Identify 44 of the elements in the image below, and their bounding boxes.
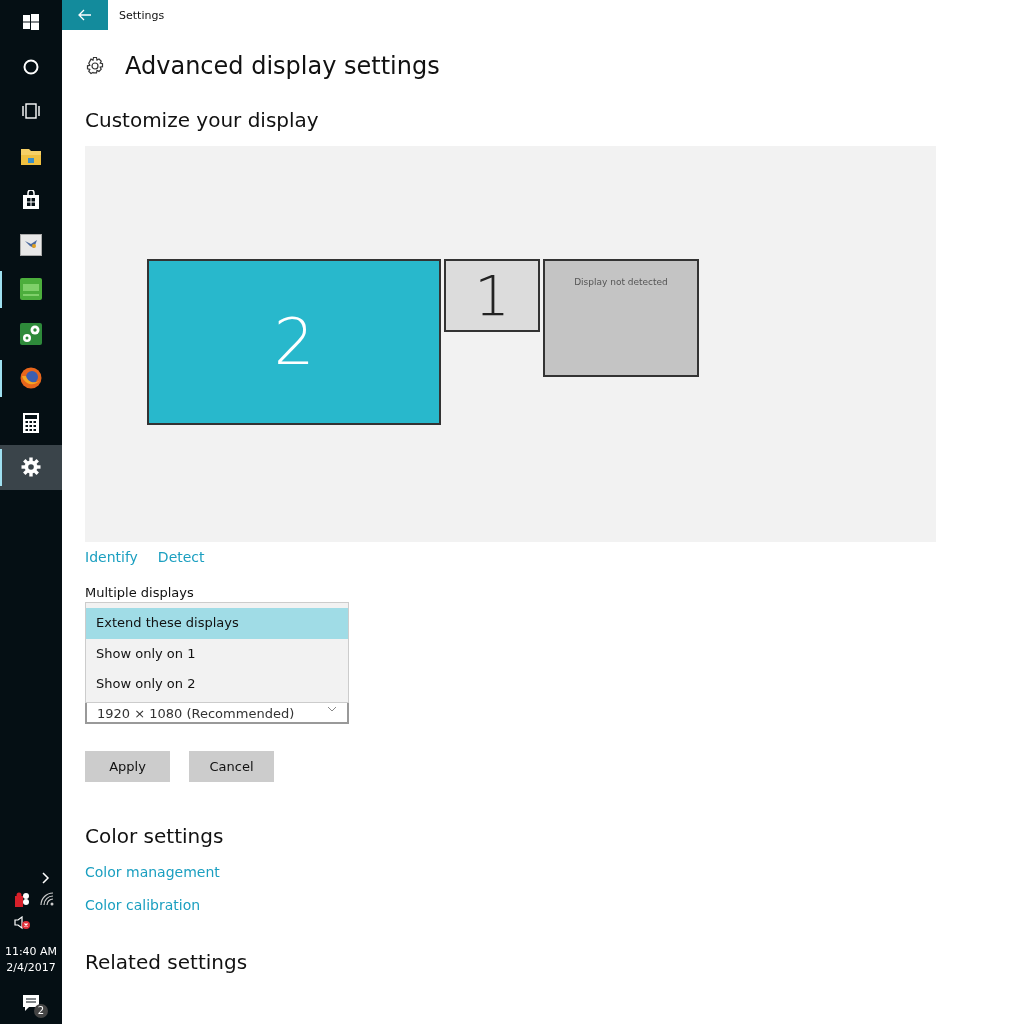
message-icon (22, 994, 40, 1012)
clock-date: 2/4/2017 (6, 960, 56, 976)
settings-icon (85, 56, 105, 76)
dropdown-value: 1920 × 1080 (Recommended) (97, 705, 295, 721)
shopping-bag-icon (22, 190, 40, 211)
display-number: 1 (474, 263, 510, 328)
dialog-button[interactable]: Apply (85, 751, 170, 782)
circle-icon (23, 58, 39, 75)
dialog-button[interactable]: Cancel (189, 751, 274, 782)
notification-count: 2 (34, 1004, 48, 1018)
chevron-icon[interactable] (42, 872, 50, 884)
section-heading: Customize your display (85, 108, 320, 132)
display-tile[interactable]: Display not detected (543, 259, 699, 377)
chevron-down-icon (327, 706, 337, 712)
display-number: 2 (273, 305, 315, 379)
dropdown-option[interactable]: Extend these displays (86, 608, 348, 639)
gears-icon (20, 322, 42, 345)
section-heading: Color settings (85, 824, 225, 848)
section-heading: Related settings (85, 950, 249, 974)
display-status: Display not detected (574, 277, 668, 287)
field-label: Multiple displays (85, 585, 195, 600)
running-indicator (0, 271, 2, 308)
page-title: Advanced display settings (125, 52, 440, 80)
app-tile-icon (20, 278, 42, 301)
calculator-icon (23, 412, 39, 433)
tray-app-icon[interactable] (14, 892, 30, 908)
browser-globe-icon (20, 367, 42, 390)
window-title: Settings (119, 8, 165, 22)
running-indicator (0, 449, 2, 486)
back-arrow-icon (78, 9, 92, 21)
running-indicator (0, 360, 2, 397)
windows-logo-icon (23, 14, 39, 31)
back-button[interactable] (62, 0, 108, 30)
picture-app-icon (20, 233, 42, 256)
clock[interactable]: 11:40 AM 2/4/2017 (4, 944, 58, 976)
task-view-icon (21, 103, 41, 120)
muted-speaker-icon[interactable] (14, 916, 30, 930)
dropdown-option[interactable]: Show only on 1 (86, 638, 348, 669)
folder-icon (21, 146, 41, 165)
wifi-icon[interactable] (40, 892, 54, 906)
settings-icon (21, 457, 41, 478)
clock-time: 11:40 AM (4, 944, 58, 960)
display-tile[interactable]: 1 (444, 259, 540, 332)
taskbar-button[interactable] (0, 445, 62, 490)
